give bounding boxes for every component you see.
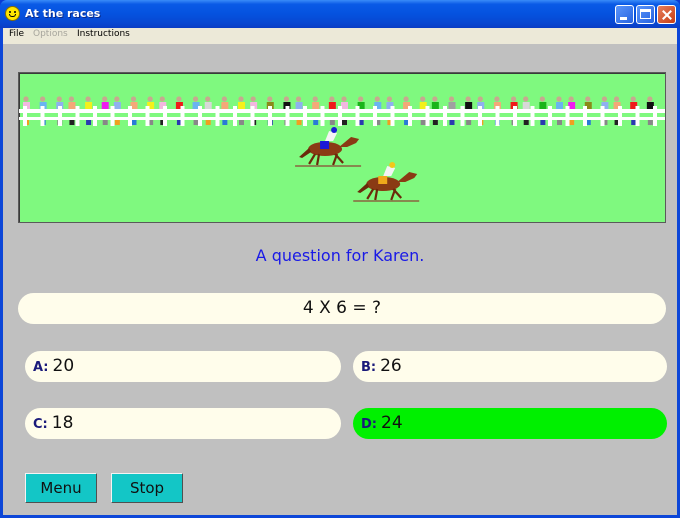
game-area: A question for Karen. 4 X 6 = ? A: 20 B: 2… bbox=[3, 44, 677, 515]
stop-button[interactable]: Stop bbox=[111, 473, 183, 503]
window-title: At the races bbox=[25, 7, 101, 20]
app-window: At the races File Options Instructions A… bbox=[0, 0, 680, 518]
race-track bbox=[18, 72, 666, 223]
answer-value: 20 bbox=[52, 356, 75, 376]
menu-instructions[interactable]: Instructions bbox=[77, 29, 130, 39]
question-prompt: A question for Karen. bbox=[255, 246, 425, 265]
question-display: 4 X 6 = ? bbox=[18, 293, 666, 324]
answer-letter: B: bbox=[361, 360, 377, 375]
title-bar[interactable]: At the races bbox=[0, 0, 680, 28]
track-dust bbox=[295, 165, 362, 167]
horse-1 bbox=[295, 127, 362, 167]
menu-file[interactable]: File bbox=[9, 29, 24, 39]
answer-letter: C: bbox=[33, 417, 48, 432]
smiley-face-icon bbox=[5, 6, 20, 21]
answer-option-c[interactable]: C: 18 bbox=[25, 408, 341, 439]
close-button[interactable] bbox=[657, 5, 676, 24]
jockey-cap bbox=[331, 127, 338, 133]
answer-option-b[interactable]: B: 26 bbox=[353, 351, 667, 382]
answer-letter: D: bbox=[361, 417, 377, 432]
answer-value: 26 bbox=[380, 356, 402, 376]
horse-2 bbox=[353, 162, 420, 202]
minimize-button[interactable] bbox=[615, 5, 634, 24]
answer-value: 24 bbox=[381, 413, 403, 433]
answer-option-a[interactable]: A: 20 bbox=[25, 351, 341, 382]
saddle-cloth bbox=[320, 141, 330, 149]
race-scene bbox=[19, 96, 665, 202]
jockey-cap bbox=[389, 162, 396, 168]
track-dust bbox=[353, 200, 420, 202]
menu-button[interactable]: Menu bbox=[25, 473, 97, 503]
saddle-cloth bbox=[378, 176, 388, 184]
maximize-button[interactable] bbox=[636, 5, 655, 24]
menu-options: Options bbox=[33, 29, 68, 39]
menu-bar: File Options Instructions bbox=[3, 28, 677, 44]
answer-letter: A: bbox=[33, 360, 49, 375]
answer-option-d[interactable]: D: 24 bbox=[353, 408, 667, 439]
answer-value: 18 bbox=[51, 413, 74, 433]
